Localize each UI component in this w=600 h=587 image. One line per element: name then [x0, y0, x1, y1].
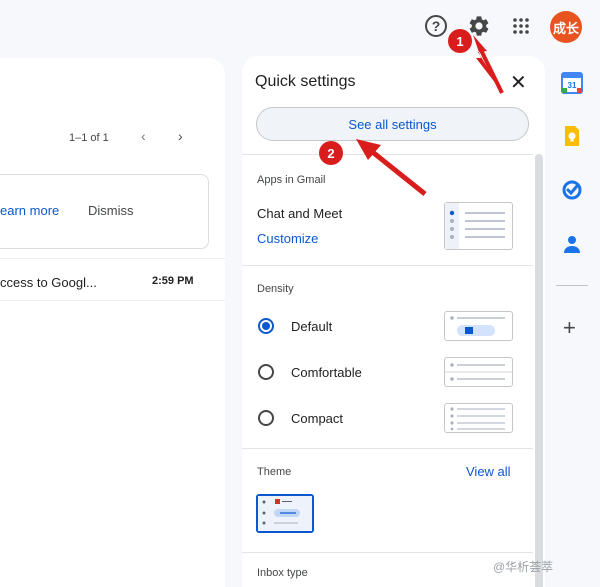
annotation-badge-1: 1	[448, 29, 472, 53]
annotation-arrow-1-shaft	[477, 45, 504, 94]
annotation-badge-2: 2	[319, 141, 343, 165]
watermark: @华析荟萃	[493, 560, 554, 574]
annotation-arrow-2-shaft	[368, 148, 427, 196]
annotation-arrows	[356, 35, 504, 196]
